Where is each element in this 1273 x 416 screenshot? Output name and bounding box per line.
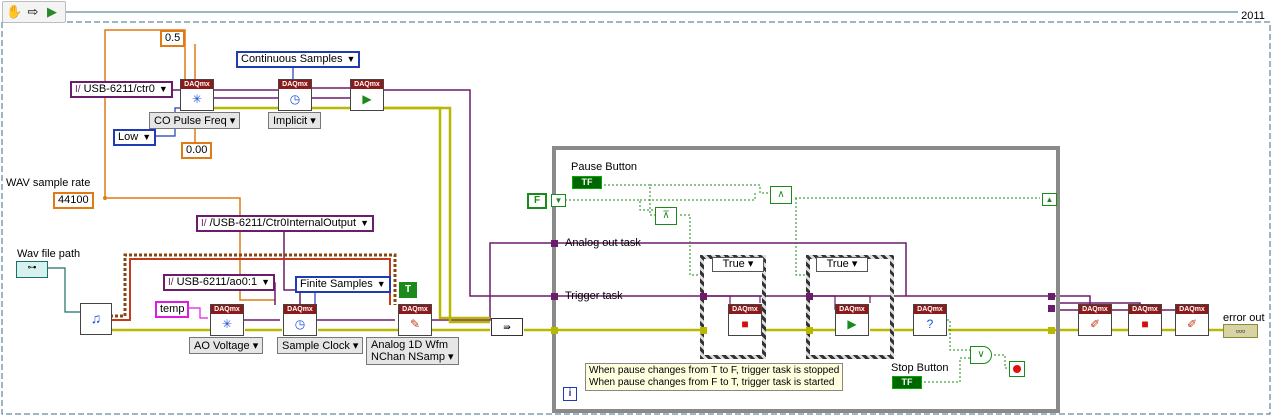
daqmx-is-task-done-node[interactable]: DAQmx? xyxy=(913,304,947,336)
daqmx-create-channel-ao-node[interactable]: DAQmx ✳ xyxy=(210,304,244,336)
case-selector-start[interactable]: True ▾ xyxy=(816,257,868,272)
wav-sample-rate-label: WAV sample rate xyxy=(6,177,91,189)
daqmx-write-node[interactable]: DAQmx ✎ xyxy=(398,304,432,336)
sound-file-read-node[interactable]: ♫ xyxy=(80,303,112,335)
trigger-terminal-constant[interactable]: I//USB-6211/Ctr0InternalOutput ▼ xyxy=(196,215,375,232)
idle-state-constant[interactable]: Low ▼ xyxy=(113,129,157,146)
timing-clock-icon: ◷ xyxy=(289,92,301,106)
name-string-constant[interactable]: temp xyxy=(155,301,190,318)
daqmx-start-task-co-node[interactable]: DAQmx ▶ xyxy=(350,79,384,111)
sample-mode-continuous-constant[interactable]: Continuous Samples ▼ xyxy=(236,51,361,68)
step-arrow-icon[interactable]: ⇨ xyxy=(25,4,41,20)
true-constant[interactable]: T xyxy=(399,282,417,298)
analog-task-out-tunnel xyxy=(1048,305,1055,312)
start-icon: ▶ xyxy=(362,92,372,106)
write-pencil-icon: ✎ xyxy=(409,317,421,331)
and-gate[interactable]: ∧ xyxy=(770,186,792,204)
daqmx-clear-task-node-1[interactable]: DAQmx ✐ xyxy=(1078,304,1112,336)
merge-errors-node[interactable]: ⇛ xyxy=(491,318,523,336)
error-out-indicator[interactable]: ▫▫▫ xyxy=(1223,324,1258,338)
shift-register-left: ▼ xyxy=(551,194,566,207)
sample-rate-constant[interactable]: 44100 xyxy=(53,192,94,209)
error-in-tunnel xyxy=(551,327,558,334)
false-constant[interactable]: F xyxy=(527,193,547,209)
daqmx-clear-task-node-2[interactable]: DAQmx ✐ xyxy=(1175,304,1209,336)
daqmx-stop-task-node-2[interactable]: DAQmx ■ xyxy=(1128,304,1162,336)
case-start-task-in xyxy=(806,293,813,300)
music-note-icon: ♫ xyxy=(90,310,102,326)
stop-button-terminal[interactable]: TF xyxy=(892,376,922,389)
run-icon[interactable]: ▶ xyxy=(44,4,60,20)
daqmx-stop-task-node[interactable]: DAQmx ■ xyxy=(728,304,762,336)
case-stop-error-in xyxy=(700,327,707,334)
co-pulse-freq-selector[interactable]: CO Pulse Freq ▾ xyxy=(149,112,241,129)
daqmx-create-channel-co-node[interactable]: DAQmx ✳ xyxy=(180,79,214,111)
error-out-label: error out xyxy=(1223,312,1265,324)
io-channel-icon: I/ xyxy=(201,218,207,229)
io-channel-icon: I/ xyxy=(75,84,81,95)
pause-button-terminal[interactable]: TF xyxy=(572,176,602,189)
or-gate[interactable]: ∨ xyxy=(970,346,992,364)
initial-delay-constant[interactable]: 0.00 xyxy=(181,142,213,159)
is-done-question-icon: ? xyxy=(926,317,934,331)
stop-square-icon: ■ xyxy=(741,317,749,331)
hand-icon[interactable]: ✋ xyxy=(6,4,22,20)
pause-button-label: Pause Button xyxy=(571,161,638,173)
version-label: 2011 xyxy=(1241,10,1265,22)
io-channel-icon: I/ xyxy=(168,277,174,288)
shift-register-right: ▲ xyxy=(1042,193,1057,206)
analog-1d-wfm-selector[interactable]: Analog 1D Wfm NChan NSamp ▾ xyxy=(366,337,459,365)
trigger-task-out-tunnel xyxy=(1048,293,1055,300)
clear-eraser-icon: ✐ xyxy=(1089,317,1101,331)
duty-cycle-constant[interactable]: 0.5 xyxy=(160,30,186,47)
daqmx-timing-sample-clock-node[interactable]: DAQmx ◷ xyxy=(283,304,317,336)
sample-mode-finite-constant[interactable]: Finite Samples ▼ xyxy=(295,276,391,293)
trigger-task-label: Trigger task xyxy=(565,290,623,302)
comment-note: When pause changes from T to F, trigger … xyxy=(585,363,844,391)
wav-file-path-label: Wav file path xyxy=(17,248,81,260)
stop-square-icon: ■ xyxy=(1141,317,1149,331)
sample-clock-selector[interactable]: Sample Clock ▾ xyxy=(277,337,364,354)
loop-iteration-terminal: i xyxy=(563,387,577,401)
error-out-tunnel xyxy=(1048,327,1055,334)
path-icon: ⊶ xyxy=(27,262,37,272)
create-channel-icon: ✳ xyxy=(221,317,233,331)
toolbar: ✋ ⇨ ▶ xyxy=(2,1,66,23)
analog-out-task-tunnel xyxy=(551,240,558,247)
stop-button-label: Stop Button xyxy=(891,362,949,374)
and-not-gate[interactable]: ⊼ xyxy=(655,207,677,225)
counter-channel-constant[interactable]: I/USB-6211/ctr0 ▼ xyxy=(70,81,173,98)
daqmx-timing-implicit-node[interactable]: DAQmx ◷ xyxy=(278,79,312,111)
file-path-control[interactable]: ⊶ xyxy=(16,261,48,278)
daqmx-start-task-node[interactable]: DAQmx ▶ xyxy=(835,304,869,336)
trigger-task-tunnel xyxy=(551,293,558,300)
ao-voltage-selector[interactable]: AO Voltage ▾ xyxy=(189,337,264,354)
create-channel-icon: ✳ xyxy=(191,92,203,106)
clear-eraser-icon: ✐ xyxy=(1186,317,1198,331)
case-stop-task-in xyxy=(700,293,707,300)
analog-out-task-label: Analog out task xyxy=(565,237,641,249)
timing-clock-icon: ◷ xyxy=(294,317,306,331)
loop-condition-stop-icon[interactable] xyxy=(1009,361,1025,377)
case-selector-stop[interactable]: True ▾ xyxy=(712,257,764,272)
ao-channel-constant[interactable]: I/USB-6211/ao0:1 ▼ xyxy=(163,274,276,291)
implicit-selector[interactable]: Implicit ▾ xyxy=(268,112,321,129)
start-icon: ▶ xyxy=(847,317,857,331)
case-start-error-in xyxy=(806,327,813,334)
